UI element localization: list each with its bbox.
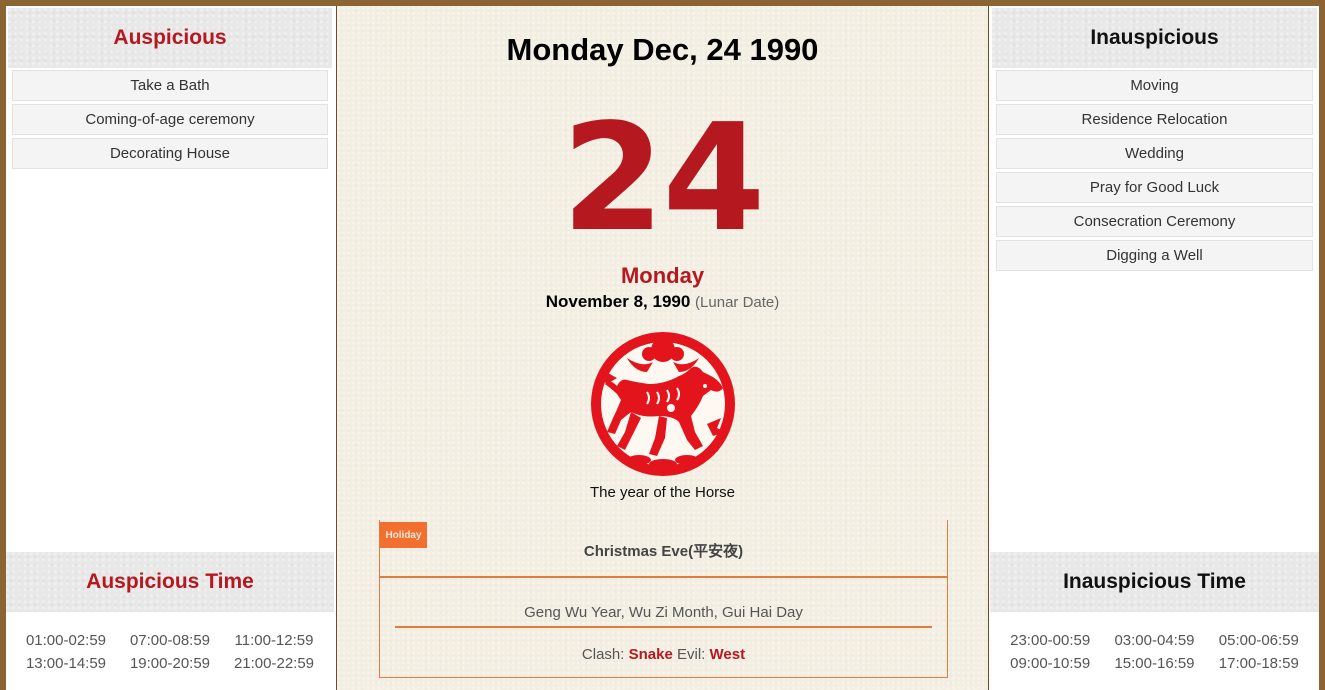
ganzhi-text: Geng Wu Year, Wu Zi Month, Gui Hai Day: [524, 604, 803, 621]
time-slot: 23:00-00:59: [1010, 632, 1091, 649]
clash-value: Snake: [628, 646, 673, 663]
time-slot: 03:00-04:59: [1114, 632, 1195, 649]
auspicious-list: Take a Bath Coming-of-age ceremony Decor…: [6, 68, 334, 169]
inauspicious-item[interactable]: Pray for Good Luck: [996, 172, 1313, 203]
inauspicious-time-grid: 23:00-00:59 03:00-04:59 05:00-06:59 09:0…: [990, 612, 1319, 672]
auspicious-item[interactable]: Take a Bath: [12, 70, 328, 101]
day-detail-panel: Monday Dec, 24 1990 24 Monday November 8…: [336, 6, 989, 690]
zodiac-caption: The year of the Horse: [589, 484, 736, 501]
calendar-frame: Auspicious Take a Bath Coming-of-age cer…: [6, 6, 1319, 690]
divider: [395, 626, 932, 628]
auspicious-panel: Auspicious Take a Bath Coming-of-age cer…: [6, 6, 334, 690]
holiday-name[interactable]: Christmas Eve(平安夜): [380, 540, 947, 561]
horse-papercut-icon: [591, 332, 735, 476]
lunar-date-label: (Lunar Date): [695, 294, 780, 311]
weekday-label: Monday: [620, 263, 705, 288]
inauspicious-heading: Inauspicious: [992, 8, 1317, 68]
time-slot: 07:00-08:59: [129, 632, 211, 649]
time-slot: 19:00-20:59: [129, 655, 211, 672]
clash-label: Clash:: [581, 646, 625, 663]
page-title: Monday Dec, 24 1990: [506, 32, 819, 67]
time-slot: 13:00-14:59: [25, 655, 107, 672]
time-slot: 05:00-06:59: [1218, 632, 1299, 649]
inauspicious-panel: Inauspicious Moving Residence Relocation…: [990, 6, 1319, 690]
evil-label: Evil:: [676, 646, 706, 663]
inauspicious-list: Moving Residence Relocation Wedding Pray…: [990, 68, 1319, 271]
auspicious-time-heading: Auspicious Time: [6, 552, 334, 612]
day-number: 24: [561, 92, 766, 264]
evil-value: West: [709, 646, 746, 663]
time-slot: 09:00-10:59: [1010, 655, 1091, 672]
divider: [380, 576, 947, 578]
auspicious-time-section: Auspicious Time 01:00-02:59 07:00-08:59 …: [6, 552, 334, 672]
lunar-date-value: November 8, 1990: [545, 292, 691, 311]
lunar-date: November 8, 1990 (Lunar Date): [337, 292, 988, 312]
auspicious-time-grid: 01:00-02:59 07:00-08:59 11:00-12:59 13:0…: [6, 612, 334, 672]
inauspicious-item[interactable]: Residence Relocation: [996, 104, 1313, 135]
inauspicious-item[interactable]: Wedding: [996, 138, 1313, 169]
time-slot: 11:00-12:59: [234, 632, 314, 649]
auspicious-item[interactable]: Coming-of-age ceremony: [12, 104, 328, 135]
time-slot: 15:00-16:59: [1114, 655, 1195, 672]
clash-evil-line: Clash: Snake Evil: West: [380, 646, 947, 663]
inauspicious-time-heading: Inauspicious Time: [990, 552, 1319, 612]
auspicious-item[interactable]: Decorating House: [12, 138, 328, 169]
auspicious-heading: Auspicious: [8, 8, 332, 68]
inauspicious-item[interactable]: Consecration Ceremony: [996, 206, 1313, 237]
time-slot: 21:00-22:59: [233, 655, 315, 672]
inauspicious-item[interactable]: Moving: [996, 70, 1313, 101]
inauspicious-item[interactable]: Digging a Well: [996, 240, 1313, 271]
time-slot: 01:00-02:59: [25, 632, 107, 649]
time-slot: 17:00-18:59: [1218, 655, 1299, 672]
day-info-box: Holiday Christmas Eve(平安夜) Geng Wu Year,…: [379, 520, 948, 678]
inauspicious-time-section: Inauspicious Time 23:00-00:59 03:00-04:5…: [990, 552, 1319, 672]
